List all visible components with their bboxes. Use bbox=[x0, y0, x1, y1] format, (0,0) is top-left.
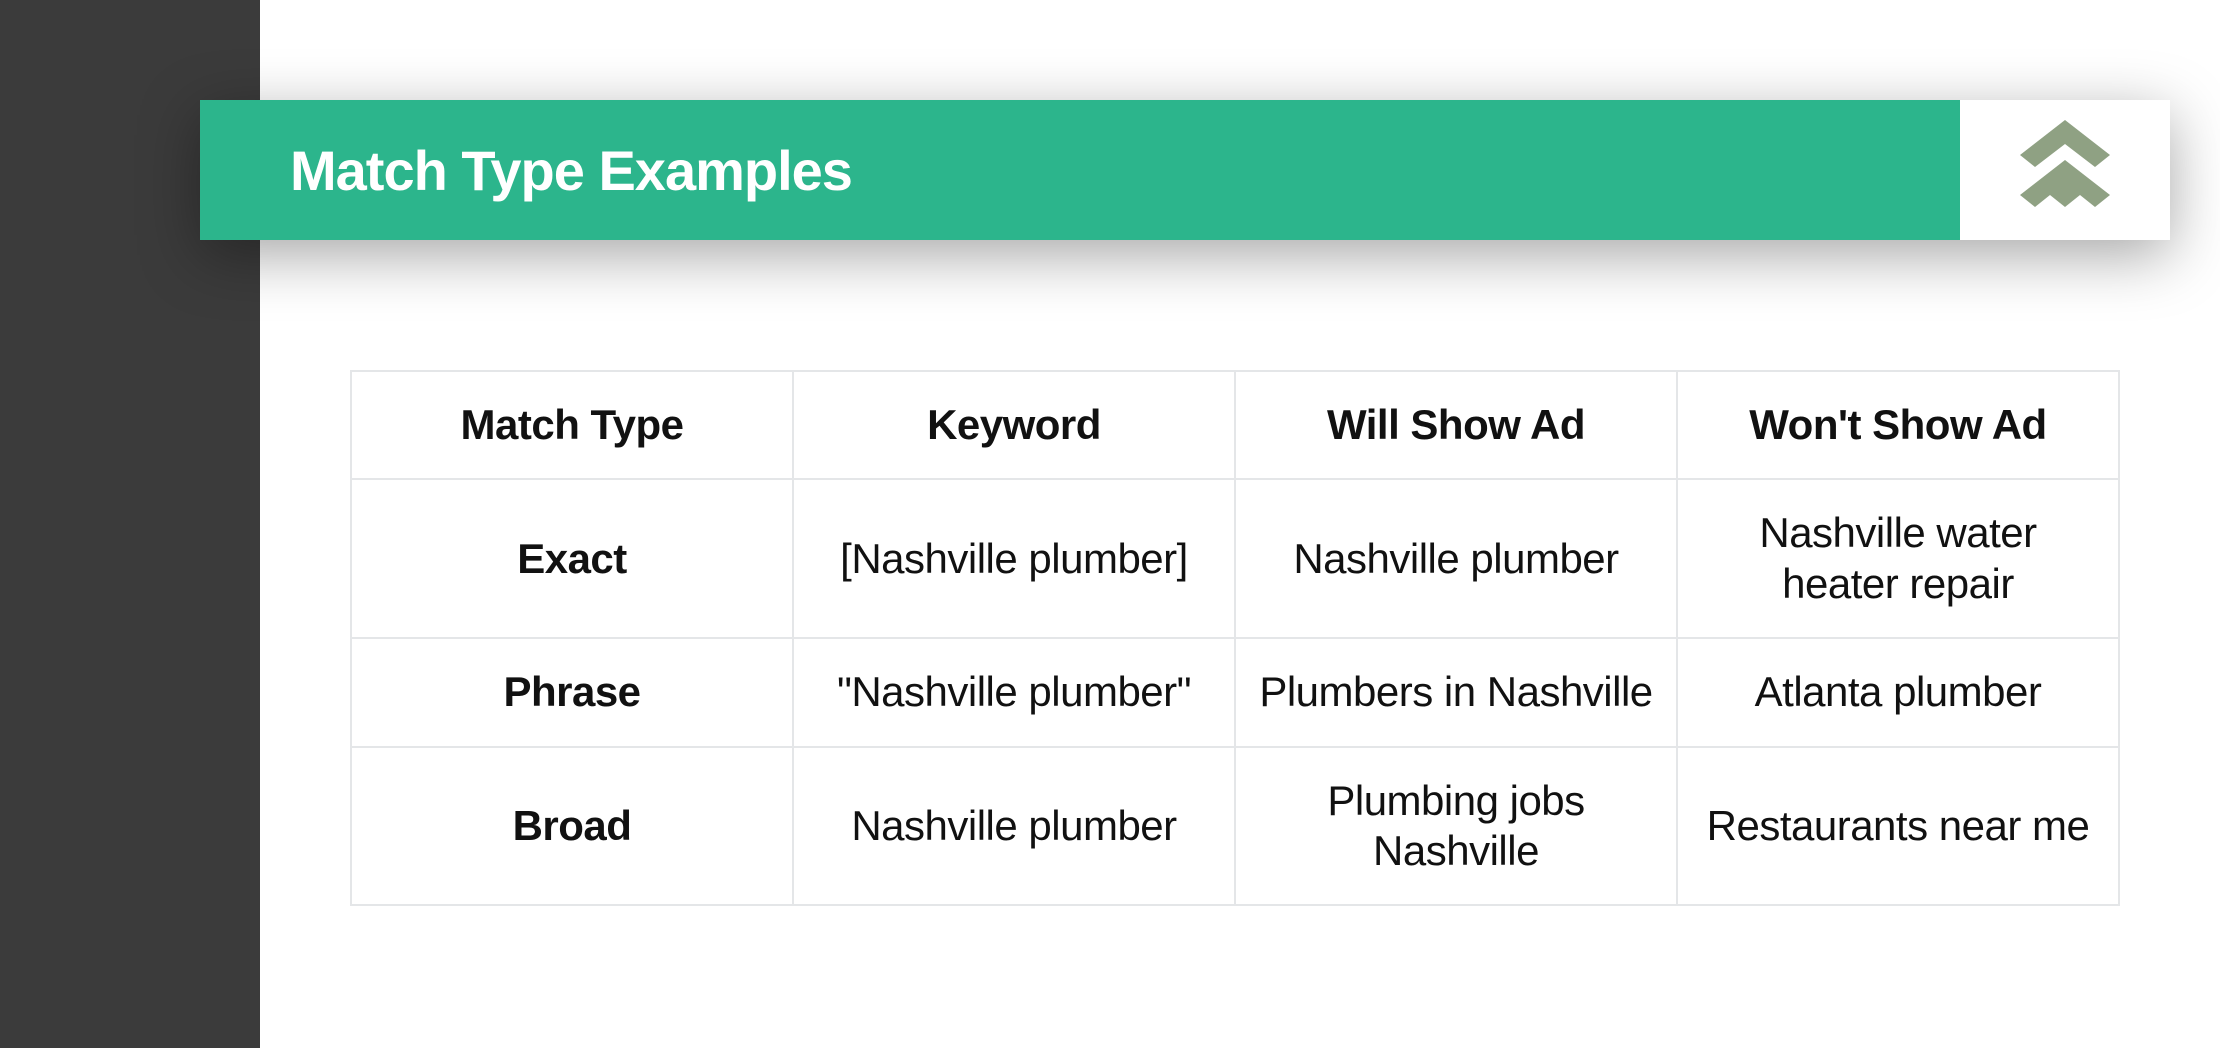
col-wont-show: Won't Show Ad bbox=[1677, 371, 2119, 479]
cell-wont-show: Atlanta plumber bbox=[1677, 638, 2119, 746]
header-banner: Match Type Examples bbox=[200, 100, 2170, 240]
cell-keyword: "Nashville plumber" bbox=[793, 638, 1235, 746]
brand-logo-icon bbox=[2000, 120, 2130, 220]
cell-match-type: Broad bbox=[351, 747, 793, 906]
table-row: Phrase "Nashville plumber" Plumbers in N… bbox=[351, 638, 2119, 746]
cell-will-show: Plumbing jobs Nashville bbox=[1235, 747, 1677, 906]
table-row: Broad Nashville plumber Plumbing jobs Na… bbox=[351, 747, 2119, 906]
cell-match-type: Phrase bbox=[351, 638, 793, 746]
cell-wont-show: Restaurants near me bbox=[1677, 747, 2119, 906]
col-will-show: Will Show Ad bbox=[1235, 371, 1677, 479]
col-match-type: Match Type bbox=[351, 371, 793, 479]
table-header-row: Match Type Keyword Will Show Ad Won't Sh… bbox=[351, 371, 2119, 479]
cell-keyword: Nashville plumber bbox=[793, 747, 1235, 906]
page-title: Match Type Examples bbox=[290, 138, 852, 203]
match-type-table: Match Type Keyword Will Show Ad Won't Sh… bbox=[350, 370, 2120, 906]
col-keyword: Keyword bbox=[793, 371, 1235, 479]
table-row: Exact [Nashville plumber] Nashville plum… bbox=[351, 479, 2119, 638]
cell-will-show: Nashville plumber bbox=[1235, 479, 1677, 638]
cell-will-show: Plumbers in Nashville bbox=[1235, 638, 1677, 746]
header-bar: Match Type Examples bbox=[200, 100, 2170, 240]
cell-keyword: [Nashville plumber] bbox=[793, 479, 1235, 638]
cell-match-type: Exact bbox=[351, 479, 793, 638]
cell-wont-show: Nashville water heater repair bbox=[1677, 479, 2119, 638]
